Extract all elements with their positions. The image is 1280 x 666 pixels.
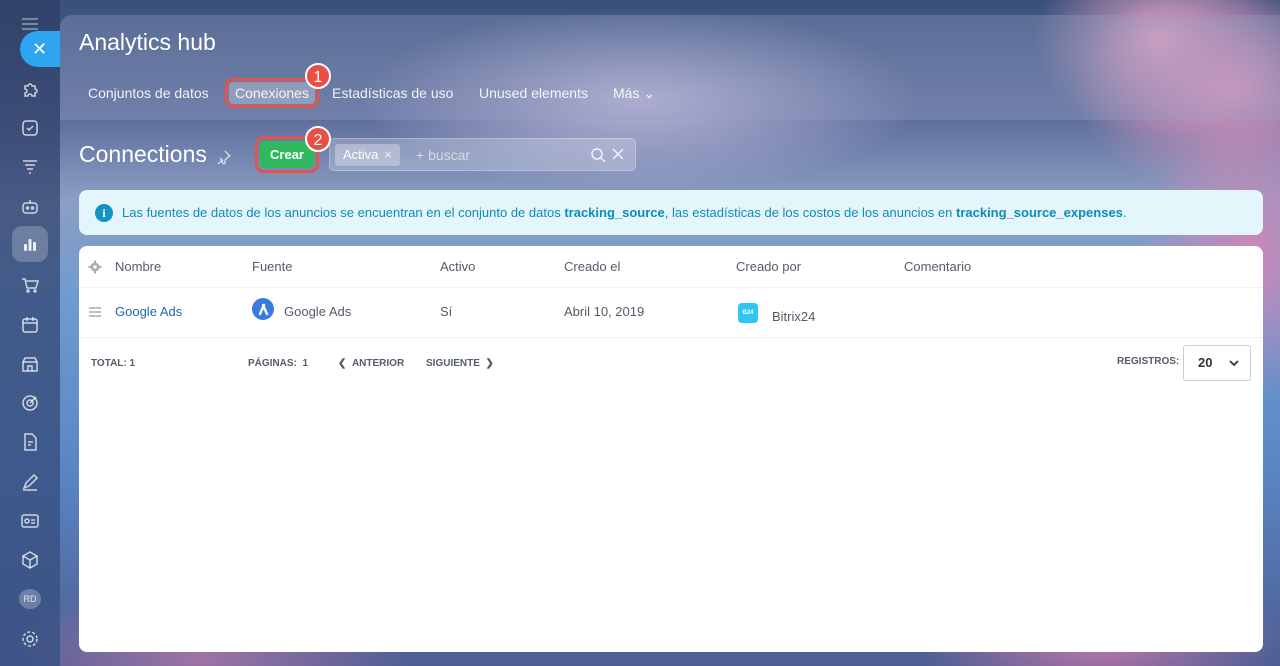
- document-icon[interactable]: [18, 430, 42, 454]
- robot-icon[interactable]: [18, 194, 42, 218]
- clear-icon[interactable]: [611, 147, 625, 161]
- connection-source: Google Ads: [284, 304, 352, 319]
- target-icon[interactable]: [18, 391, 42, 415]
- next-page-button[interactable]: SIGUIENTE ❯: [426, 358, 494, 369]
- tab-datasets[interactable]: Conjuntos de datos: [88, 85, 209, 101]
- info-dataset-name: tracking_source: [564, 205, 665, 220]
- info-text-part: Las fuentes de datos de los anuncios se …: [122, 205, 565, 220]
- pages-value: 1: [302, 358, 309, 369]
- table-row[interactable]: Google Ads Google Ads Sí Abril 10, 2019 …: [79, 288, 1263, 338]
- gear-icon[interactable]: [88, 260, 102, 274]
- pages-count: PÁGINAS: 1: [248, 358, 308, 369]
- next-label: SIGUIENTE: [426, 358, 480, 369]
- column-header-active[interactable]: Activo: [440, 259, 475, 274]
- id-card-icon[interactable]: [18, 509, 42, 533]
- settings-icon[interactable]: [18, 627, 42, 651]
- filter-icon[interactable]: [18, 155, 42, 179]
- box-icon[interactable]: [18, 548, 42, 572]
- column-header-name[interactable]: Nombre: [115, 259, 161, 274]
- puzzle-icon[interactable]: [18, 77, 42, 101]
- search-icon[interactable]: [590, 147, 606, 163]
- avatar[interactable]: RD: [19, 589, 41, 609]
- row-menu-icon[interactable]: [89, 307, 101, 317]
- google-ads-icon: [252, 298, 274, 320]
- info-banner: i Las fuentes de datos de los anuncios s…: [79, 190, 1263, 235]
- tab-unused-elements[interactable]: Unused elements: [479, 85, 588, 101]
- total-label: TOTAL:: [91, 358, 127, 369]
- tab-usage-stats[interactable]: Estadísticas de uso: [332, 85, 453, 101]
- info-text-part: , las estadísticas de los costos de los …: [664, 205, 956, 220]
- info-text: Las fuentes de datos de los anuncios se …: [122, 205, 1127, 220]
- column-header-comment[interactable]: Comentario: [904, 259, 971, 274]
- connections-grid: Nombre Fuente Activo Creado el Creado po…: [79, 246, 1263, 652]
- app-title: Analytics hub: [79, 29, 216, 55]
- column-header-created-by[interactable]: Creado por: [736, 259, 801, 274]
- analytics-icon[interactable]: [12, 226, 48, 262]
- column-header-created-on[interactable]: Creado el: [564, 259, 620, 274]
- chevron-down-icon: [1229, 360, 1239, 367]
- close-button[interactable]: ✕: [20, 31, 60, 67]
- filter-chip-label: Activa: [343, 147, 379, 162]
- pin-icon[interactable]: [216, 149, 232, 165]
- total-count: TOTAL: 1: [91, 358, 135, 369]
- cart-icon[interactable]: [18, 273, 42, 297]
- prev-page-button[interactable]: ❮ ANTERIOR: [338, 358, 404, 369]
- connection-created-on: Abril 10, 2019: [564, 304, 645, 319]
- annotation-badge-1: 1: [305, 63, 331, 89]
- records-label: REGISTROS:: [1117, 356, 1180, 367]
- info-text-part: .: [1122, 205, 1127, 220]
- sign-icon[interactable]: [18, 470, 42, 494]
- tab-connections[interactable]: Conexiones: [225, 78, 319, 108]
- connection-active: Sí: [440, 304, 453, 319]
- search-placeholder[interactable]: + buscar: [416, 147, 470, 163]
- search-input[interactable]: Activa × + buscar: [329, 138, 636, 171]
- bitrix24-icon: B24: [738, 303, 758, 323]
- page-title: Connections: [79, 141, 207, 167]
- records-per-page-select[interactable]: 20: [1183, 345, 1251, 381]
- pages-label: PÁGINAS:: [248, 358, 297, 369]
- tasks-icon[interactable]: [18, 116, 42, 140]
- store-icon[interactable]: [18, 352, 42, 376]
- header-panel: [60, 15, 1280, 120]
- prev-label: ANTERIOR: [351, 358, 405, 369]
- records-value: 20: [1198, 355, 1213, 370]
- connection-created-by: Bitrix24: [772, 309, 816, 324]
- total-value: 1: [129, 358, 136, 369]
- info-expenses-name: tracking_source_expenses: [955, 205, 1123, 220]
- chip-remove-icon[interactable]: ×: [384, 147, 392, 162]
- connection-name-link[interactable]: Google Ads: [115, 304, 182, 319]
- column-header-source[interactable]: Fuente: [252, 259, 292, 274]
- grid-header: Nombre Fuente Activo Creado el Creado po…: [79, 246, 1263, 288]
- filter-chip-active[interactable]: Activa ×: [335, 144, 400, 166]
- annotation-badge-2: 2: [305, 126, 331, 152]
- calendar-icon[interactable]: [18, 313, 42, 337]
- left-sidebar: ✕ RD: [0, 0, 60, 666]
- info-icon: i: [95, 203, 113, 222]
- tab-more[interactable]: Más ⌄: [613, 85, 655, 102]
- menu-icon[interactable]: [22, 18, 38, 30]
